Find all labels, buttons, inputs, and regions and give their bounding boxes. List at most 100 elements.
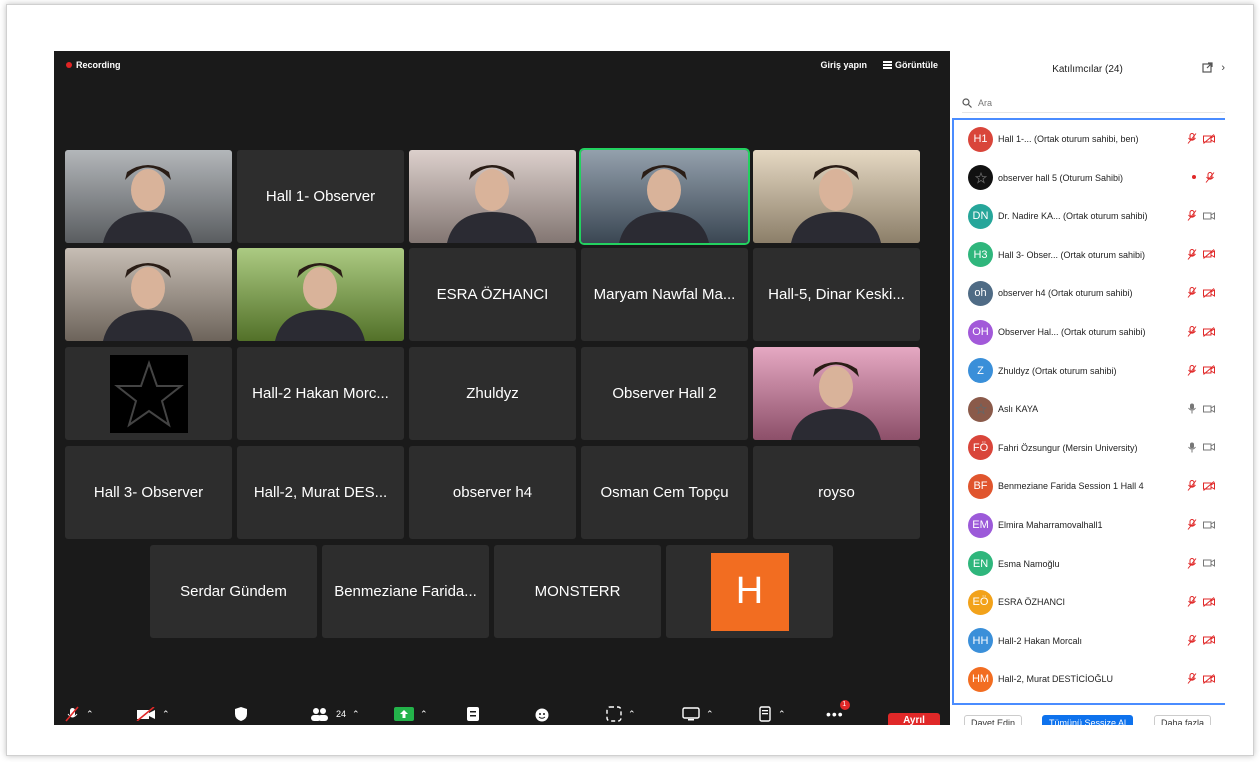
video-tile[interactable] [409,150,576,243]
chevron-up-icon[interactable]: ⌃ [628,709,636,720]
participants-button[interactable]: 24 ⌃ [310,705,360,723]
sign-in-button[interactable]: Giriş yapın [820,60,867,70]
participant-row[interactable]: HH Hall-2 Hakan Morcalı [968,626,1223,656]
mic-muted-icon[interactable] [1187,326,1197,339]
chevron-up-icon[interactable]: ⌃ [86,709,94,720]
participant-row[interactable]: OH Observer Hal... (Ortak oturum sahibi) [968,317,1223,347]
participant-row[interactable]: Z Zhuldyz (Ortak oturum sahibi) [968,356,1223,386]
video-tile[interactable]: Zhuldyz [409,347,576,440]
participant-row[interactable]: DN Dr. Nadire KA... (Ortak oturum sahibi) [968,201,1223,231]
mic-muted-icon[interactable] [1187,133,1197,146]
mute-all-button[interactable]: Tümünü Sessize Al [1042,715,1134,725]
tile-name: observer h4 [452,484,533,501]
share-screen-button[interactable]: ⌃ [394,705,428,723]
camera-off-icon[interactable] [1203,596,1215,609]
mic-muted-icon[interactable] [1187,287,1197,300]
mic-muted-icon[interactable] [1187,248,1197,262]
video-tile[interactable]: Maryam Nawfal Ma... [581,248,748,341]
video-tile[interactable]: Hall 1- Observer [237,150,404,243]
camera-off-icon[interactable] [1203,481,1215,493]
initial-avatar: H [710,552,789,631]
video-tile[interactable]: Hall-2, Murat DES... [237,446,404,539]
video-tile[interactable]: Serdar Gündem [150,545,317,638]
video-tile[interactable]: Hall-2 Hakan Morc... [237,347,404,440]
camera-off-icon[interactable] [1203,326,1215,339]
video-tile[interactable] [753,150,920,243]
participant-row[interactable]: EÖ ESRA ÖZHANCI [968,587,1223,617]
leave-button[interactable]: Ayrıl [888,713,940,725]
participant-row[interactable]: H3 Hall 3- Obser... (Ortak oturum sahibi) [968,240,1223,270]
video-tile[interactable] [753,347,920,440]
whiteboard-button[interactable]: ⌃ [682,705,714,723]
panel-header-icons: › [1202,62,1225,74]
video-tile[interactable] [65,347,232,440]
mic-muted-icon[interactable] [1187,557,1197,571]
camera-icon[interactable] [1203,558,1215,570]
participant-row[interactable]: Aslı KAYA [968,394,1223,424]
record-button[interactable]: ⌃ [758,705,786,723]
video-tile[interactable]: ESRA ÖZHANCI [409,248,576,341]
chevron-up-icon[interactable]: ⌃ [162,709,170,720]
apps-button[interactable]: ⌃ [606,705,636,723]
mic-muted-icon[interactable] [1187,364,1197,378]
chevron-up-icon[interactable]: ⌃ [706,709,714,720]
video-tile[interactable] [65,248,232,341]
camera-off-icon[interactable] [1203,288,1215,300]
mic-muted-icon[interactable] [1187,596,1197,609]
participant-row[interactable]: EN Esma Namoğlu [968,549,1223,579]
camera-off-icon[interactable] [1203,249,1215,261]
video-tile[interactable] [237,248,404,341]
camera-off-icon[interactable] [1203,133,1215,146]
popout-icon[interactable] [1202,62,1213,73]
invite-button[interactable]: Davet Edin [964,715,1023,725]
video-tile[interactable]: Benmeziane Farida... [322,545,489,638]
participant-row[interactable]: BF Benmeziane Farida Session 1 Hall 4 [968,471,1223,501]
participant-search[interactable]: Ara [962,93,1225,113]
video-tile[interactable]: Osman Cem Topçu [581,446,748,539]
chevron-up-icon[interactable]: ⌃ [352,709,360,720]
chevron-right-icon[interactable]: › [1221,62,1225,74]
participant-row[interactable]: HM Hall-2, Murat DESTİCİOĞLU [968,664,1223,694]
more-options-button[interactable]: Daha fazla [1154,715,1212,725]
video-tile[interactable]: royso [753,446,920,539]
video-tile[interactable]: H [666,545,833,638]
mic-muted-icon[interactable] [1187,673,1197,686]
camera-icon[interactable] [1203,442,1215,454]
participant-row[interactable]: H1 Hall 1-... (Ortak oturum sahibi, ben) [968,124,1223,154]
notes-button[interactable] [466,705,480,723]
video-tile[interactable]: Observer Hall 2 [581,347,748,440]
video-tile[interactable]: MONSTERR [494,545,661,638]
camera-icon[interactable] [1203,211,1215,223]
video-tile[interactable]: Hall-5, Dinar Keski... [753,248,920,341]
chevron-up-icon[interactable]: ⌃ [778,709,786,720]
participant-row[interactable]: observer hall 5 (Oturum Sahibi) [968,163,1223,193]
participant-status-icons [1187,480,1215,493]
camera-off-icon[interactable] [1203,674,1215,686]
mic-muted-icon[interactable] [1187,480,1197,493]
participant-row[interactable]: FÖ Fahri Özsungur (Mersin University) [968,433,1223,463]
chevron-up-icon[interactable]: ⌃ [420,709,428,720]
camera-off-icon[interactable] [1203,635,1215,647]
participant-row[interactable]: EM Elmira Maharramovalhall1 [968,510,1223,540]
view-button[interactable]: Görüntüle [883,60,938,70]
mic-icon[interactable] [1187,403,1197,416]
video-button[interactable]: ⌃ [136,705,170,723]
participant-row[interactable]: oh observer h4 (Ortak oturum sahibi) [968,278,1223,308]
camera-off-icon[interactable] [1203,365,1215,377]
camera-icon[interactable] [1203,520,1215,532]
mic-muted-icon[interactable] [1205,171,1215,185]
video-tile[interactable] [579,148,750,245]
video-tile[interactable]: observer h4 [409,446,576,539]
video-tile[interactable] [65,150,232,243]
mute-button[interactable]: ⌃ [64,705,94,723]
more-button[interactable]: ••• 1 [826,700,850,723]
security-button[interactable] [234,705,248,723]
mic-icon[interactable] [1187,442,1197,455]
mic-muted-icon[interactable] [1187,519,1197,532]
reactions-button[interactable] [534,705,550,723]
video-tile[interactable]: Hall 3- Observer [65,446,232,539]
mic-muted-icon[interactable] [1187,634,1197,648]
camera-icon[interactable] [1203,404,1215,416]
recording-dot-icon[interactable] [1189,172,1199,184]
mic-muted-icon[interactable] [1187,210,1197,223]
